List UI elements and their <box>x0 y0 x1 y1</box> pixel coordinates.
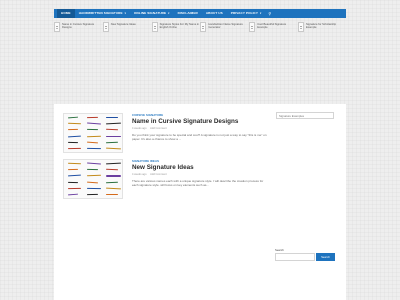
signature-sample <box>106 194 118 196</box>
signature-sample <box>86 169 99 171</box>
search-icon[interactable]: ⚲ <box>265 9 274 18</box>
chevron-down-icon: ▾ <box>168 12 170 15</box>
nav-item-label: HOME <box>61 11 71 15</box>
post-thumbnail[interactable] <box>63 113 123 153</box>
signature-sample <box>105 147 122 150</box>
signature-sample <box>67 169 79 171</box>
featured-thumbnail <box>151 22 158 32</box>
signature-sample <box>105 187 122 190</box>
nav-item-label: HANDWRITTEN SIGNATURE <box>78 11 123 15</box>
signature-sample <box>105 168 119 171</box>
signature-sample <box>86 122 102 125</box>
featured-post[interactable]: Cool Beautiful Signature Example <box>249 22 297 40</box>
post-title[interactable]: Name in Cursive Signature Designs <box>132 118 270 125</box>
signature-sample <box>86 116 99 119</box>
nav-item-label: ABOUT US <box>205 11 223 15</box>
search-button[interactable]: Search <box>316 253 335 261</box>
post-title[interactable]: New Signature Ideas <box>132 164 270 171</box>
post-comments-link[interactable]: Add Comment <box>150 127 167 130</box>
featured-thumbnail <box>54 22 60 32</box>
featured-posts-bar: Name in Cursive Signature Designs New Si… <box>54 20 346 40</box>
post-date: 4 weeks ago <box>132 172 147 176</box>
featured-post-title: Handwritten Name Signature Generator <box>208 23 243 30</box>
post-category[interactable]: CURSIVE SIGNATURE <box>132 113 270 117</box>
signature-sample <box>106 175 121 177</box>
nav-item-disclaimer[interactable]: DISCLAIMER <box>174 9 202 18</box>
signature-sample <box>67 181 79 183</box>
signature-sample <box>105 129 119 131</box>
nav-item-label: DISCLAIMER <box>177 11 198 15</box>
post-body: SIGNATURE IDEAS New Signature Ideas 4 we… <box>132 159 270 199</box>
featured-post-title: New Signature Ideas <box>110 23 136 26</box>
signature-sample <box>86 193 99 196</box>
post-thumbnail[interactable] <box>63 159 123 199</box>
chevron-down-icon: ▾ <box>259 12 262 15</box>
signature-sample <box>105 181 119 184</box>
chevron-down-icon: ▾ <box>124 12 127 15</box>
post-card: SIGNATURE IDEAS New Signature Ideas 4 we… <box>63 159 273 199</box>
nav-item-label: PRIVACY POLICY <box>230 11 258 15</box>
nav-item-home[interactable]: HOME <box>57 9 75 18</box>
featured-post[interactable]: Signature Styles For My Name in English … <box>151 22 200 40</box>
featured-post-title: Cool Beautiful Signature Example <box>257 23 287 30</box>
signature-sample <box>86 135 102 138</box>
featured-post[interactable]: Handwritten Name Signature Generator <box>200 22 248 40</box>
featured-post-title: Name in Cursive Signature Designs <box>62 23 95 30</box>
signature-sample <box>67 141 79 144</box>
signature-sample <box>86 162 102 165</box>
signature-sample <box>86 175 102 177</box>
search-label: Search <box>275 248 284 252</box>
post-meta: 4 weeks ago Add Comment <box>132 127 270 130</box>
sidebar-search-input[interactable] <box>276 112 334 119</box>
signature-sample <box>67 187 82 190</box>
signature-sample <box>105 162 122 165</box>
signature-sample <box>86 187 102 190</box>
nav-item-handwritten-signature[interactable]: HANDWRITTEN SIGNATURE ▾ <box>75 9 130 18</box>
main-content: CURSIVE SIGNATURE Name in Cursive Signat… <box>54 104 346 300</box>
post-meta: 4 weeks ago Add Comment <box>132 173 270 176</box>
post-excerpt: There are various names each with a uniq… <box>132 178 264 188</box>
featured-post[interactable]: Name in Cursive Signature Designs <box>54 22 102 40</box>
signature-sample <box>67 122 82 125</box>
featured-thumbnail <box>200 22 207 32</box>
post-body: CURSIVE SIGNATURE Name in Cursive Signat… <box>132 113 270 153</box>
nav-item-online-signature[interactable]: ONLINE SIGNATURE ▾ <box>130 9 174 18</box>
signature-sample <box>67 147 82 150</box>
signature-sample <box>67 193 79 196</box>
signature-sample <box>106 117 118 119</box>
signature-sample <box>105 141 119 144</box>
signature-sample <box>67 135 82 138</box>
main-navigation: HOME HANDWRITTEN SIGNATURE ▾ ONLINE SIGN… <box>54 9 346 18</box>
signature-sample <box>86 181 99 184</box>
post-excerpt: Do you think your signature to be specia… <box>132 132 267 142</box>
post-card: CURSIVE SIGNATURE Name in Cursive Signat… <box>63 113 273 153</box>
featured-post-title: Signature Styles For My Name in English … <box>159 23 200 30</box>
signature-sample <box>86 129 99 131</box>
featured-thumbnail <box>297 22 304 32</box>
signature-sample <box>86 141 99 144</box>
signature-sample <box>86 147 102 150</box>
signature-sample <box>105 122 122 125</box>
signature-sample <box>106 135 121 137</box>
signature-sample <box>67 129 79 131</box>
signature-sample <box>67 116 79 119</box>
signature-sample <box>67 162 82 165</box>
nav-item-privacy-policy[interactable]: PRIVACY POLICY ▾ <box>227 9 266 18</box>
featured-thumbnail <box>249 22 256 32</box>
search-input[interactable] <box>275 253 315 261</box>
featured-post-title: Signature for Scholarship Example <box>305 23 337 30</box>
featured-thumbnail <box>102 22 109 32</box>
post-date: 4 weeks ago <box>132 126 147 130</box>
nav-item-about-us[interactable]: ABOUT US <box>202 9 227 18</box>
featured-post[interactable]: New Signature Ideas <box>102 22 151 40</box>
post-category[interactable]: SIGNATURE IDEAS <box>132 159 270 163</box>
featured-post[interactable]: Signature for Scholarship Example <box>297 22 346 40</box>
signature-sample <box>67 174 82 178</box>
nav-item-label: ONLINE SIGNATURE <box>134 11 167 15</box>
post-comments-link[interactable]: Add Comment <box>150 173 167 176</box>
